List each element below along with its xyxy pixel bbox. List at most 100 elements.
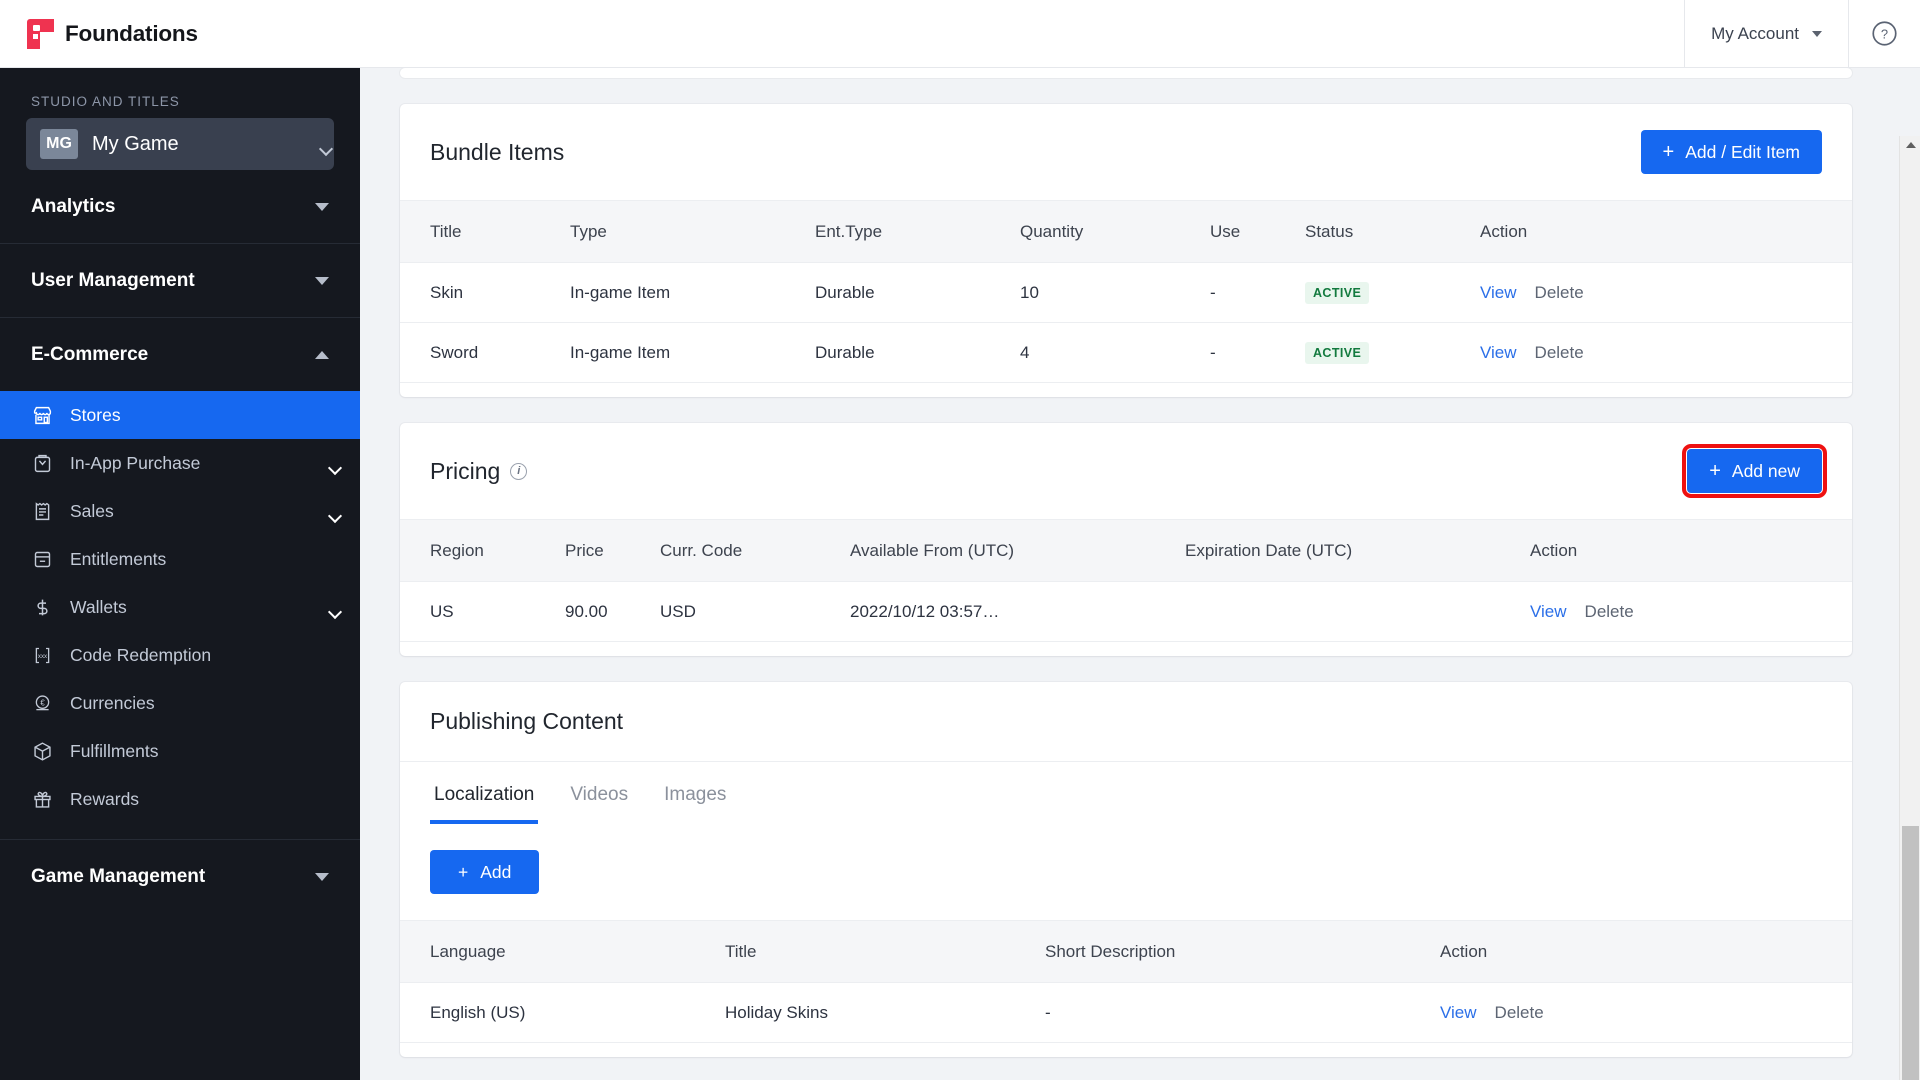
tab-localization[interactable]: Localization xyxy=(430,768,539,824)
col-use: Use xyxy=(1210,200,1305,263)
tab-videos[interactable]: Videos xyxy=(566,768,632,824)
view-link[interactable]: View xyxy=(1480,283,1517,303)
info-icon: i xyxy=(510,462,528,480)
vertical-scrollbar[interactable] xyxy=(1899,136,1920,1080)
question-circle-icon: ? xyxy=(1872,21,1897,46)
bundle-items-title: Bundle Items xyxy=(430,138,565,165)
publishing-content-title: Publishing Content xyxy=(430,708,624,734)
title-selector[interactable]: MG My Game xyxy=(26,118,334,170)
pricing-tbody: US 90.00 USD 2022/10/12 03:57… View Dele… xyxy=(400,581,1852,642)
foundations-logo-icon xyxy=(27,18,54,49)
pricing-thead: Region Price Curr. Code Available From (… xyxy=(400,519,1852,582)
delete-link[interactable]: Delete xyxy=(1495,1003,1544,1023)
triangle-down-icon xyxy=(315,276,329,285)
sidebar-group-game-management[interactable]: Game Management xyxy=(0,840,360,913)
sidebar-item-label: Wallets xyxy=(70,596,127,617)
gift-icon xyxy=(31,788,53,810)
help-button[interactable]: ? xyxy=(1848,0,1920,68)
view-link[interactable]: View xyxy=(1440,1003,1477,1023)
sidebar-group-user-management[interactable]: User Management xyxy=(0,244,360,317)
pricing-table: Region Price Curr. Code Available From (… xyxy=(400,519,1852,642)
store-icon xyxy=(31,404,53,426)
sidebar-group-analytics[interactable]: Analytics xyxy=(0,170,360,243)
tab-label: Localization xyxy=(434,784,535,805)
sidebar-item-label: Sales xyxy=(70,500,114,521)
triangle-down-icon xyxy=(315,872,329,881)
sidebar-item-code-redemption[interactable]: xxx Code Redemption xyxy=(0,631,360,679)
delete-link[interactable]: Delete xyxy=(1585,602,1634,622)
main-content: Bundle Items + Add / Edit Item Title Typ… xyxy=(360,68,1920,1080)
col-language: Language xyxy=(400,920,725,983)
scrollbar-thumb[interactable] xyxy=(1902,826,1919,1080)
title-name: My Game xyxy=(92,132,179,155)
col-title: Title xyxy=(725,920,1045,983)
dollar-icon xyxy=(31,596,53,618)
brand-name: Foundations xyxy=(65,20,198,46)
table-row: US 90.00 USD 2022/10/12 03:57… View Dele… xyxy=(400,581,1852,642)
triangle-down-icon xyxy=(315,202,329,211)
sidebar-item-label: Stores xyxy=(70,404,121,425)
col-action: Action xyxy=(1530,519,1852,582)
sidebar-item-sales[interactable]: Sales xyxy=(0,487,360,535)
tab-images[interactable]: Images xyxy=(660,768,730,824)
view-link[interactable]: View xyxy=(1480,343,1517,363)
plus-icon: + xyxy=(458,861,469,882)
sidebar: STUDIO AND TITLES MG My Game Analytics U… xyxy=(0,68,360,1080)
col-curr-code: Curr. Code xyxy=(660,519,850,582)
bundle-items-header: Bundle Items + Add / Edit Item xyxy=(400,104,1852,200)
box-icon xyxy=(31,740,53,762)
sidebar-item-fulfillments[interactable]: Fulfillments xyxy=(0,727,360,775)
sidebar-item-entitlements[interactable]: Entitlements xyxy=(0,535,360,583)
publishing-add-button[interactable]: + Add xyxy=(430,850,540,894)
cell-type: In-game Item xyxy=(570,322,815,383)
col-short-description: Short Description xyxy=(1045,920,1440,983)
cell-action: View Delete xyxy=(1530,581,1852,642)
pricing-add-new-button[interactable]: + Add new xyxy=(1682,444,1827,498)
sidebar-item-in-app-purchase[interactable]: In-App Purchase xyxy=(0,439,360,487)
table-row: English (US) Holiday Skins - View Delete xyxy=(400,982,1852,1043)
group-label: User Management xyxy=(31,269,195,291)
sidebar-item-label: Code Redemption xyxy=(70,644,212,665)
col-status: Status xyxy=(1305,200,1480,263)
view-link[interactable]: View xyxy=(1530,602,1567,622)
publishing-content-card: Publishing Content Localization Videos I… xyxy=(400,682,1852,1057)
cell-region: US xyxy=(400,581,565,642)
cell-use: - xyxy=(1210,262,1305,323)
status-badge: ACTIVE xyxy=(1305,281,1370,304)
cell-language: English (US) xyxy=(400,982,725,1043)
sidebar-item-wallets[interactable]: Wallets xyxy=(0,583,360,631)
localization-tbody: English (US) Holiday Skins - View Delete xyxy=(400,982,1852,1043)
cell-status: ACTIVE xyxy=(1305,262,1480,323)
delete-link[interactable]: Delete xyxy=(1535,283,1584,303)
delete-link[interactable]: Delete xyxy=(1535,343,1584,363)
previous-card-edge xyxy=(400,68,1852,78)
col-price: Price xyxy=(565,519,660,582)
nav-group-analytics: Analytics xyxy=(0,170,360,244)
cell-available-from: 2022/10/12 03:57… xyxy=(850,581,1185,642)
sidebar-item-label: Fulfillments xyxy=(70,740,159,761)
scroll-up-button[interactable] xyxy=(1900,136,1920,154)
title-initials-badge: MG xyxy=(40,129,78,159)
svg-text:€: € xyxy=(40,698,45,707)
top-bar: Foundations My Account ? xyxy=(0,0,1920,68)
col-title: Title xyxy=(400,200,570,263)
cell-use: - xyxy=(1210,322,1305,383)
tab-label: Videos xyxy=(570,784,629,805)
table-header-row: Title Type Ent.Type Quantity Use Status … xyxy=(400,200,1852,263)
sidebar-group-ecommerce[interactable]: E-Commerce xyxy=(0,318,360,391)
col-quantity: Quantity xyxy=(1020,200,1210,263)
tab-label: Images xyxy=(664,784,727,805)
sidebar-item-stores[interactable]: Stores xyxy=(0,391,360,439)
svg-text:?: ? xyxy=(1881,27,1888,42)
my-account-menu[interactable]: My Account xyxy=(1684,0,1848,68)
publishing-add-label: Add xyxy=(480,861,512,882)
chevron-down-icon xyxy=(1812,30,1822,37)
add-edit-item-button[interactable]: + Add / Edit Item xyxy=(1640,130,1822,174)
sidebar-item-currencies[interactable]: € Currencies xyxy=(0,679,360,727)
shopping-bag-icon xyxy=(31,452,53,474)
sidebar-item-rewards[interactable]: Rewards xyxy=(0,775,360,823)
triangle-up-icon xyxy=(315,350,329,359)
col-ent-type: Ent.Type xyxy=(815,200,1020,263)
plus-icon: + xyxy=(1709,460,1721,482)
bundle-items-table: Title Type Ent.Type Quantity Use Status … xyxy=(400,200,1852,383)
